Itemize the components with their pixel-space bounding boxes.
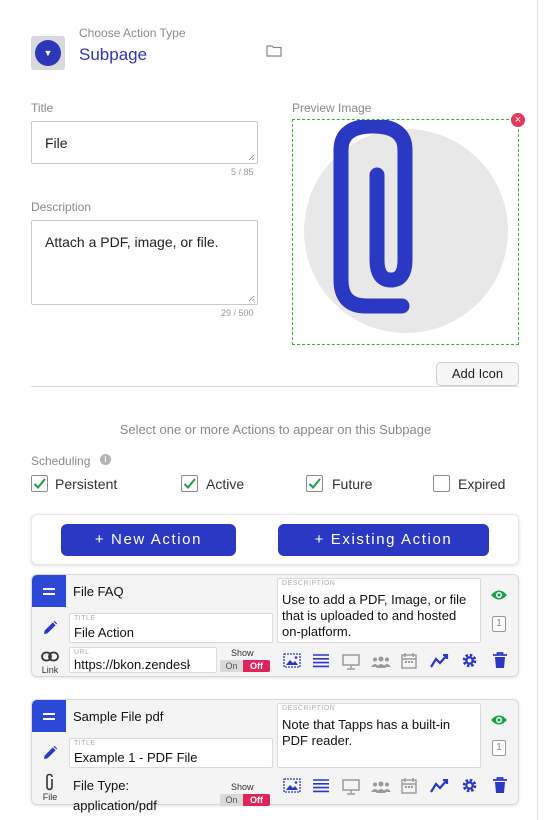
title-char-count: 5 / 85 [231,167,254,177]
checkbox-future[interactable] [306,475,323,492]
checkbox-active[interactable] [181,475,198,492]
file-type: File Type: application/pdf [73,778,157,813]
existing-action-button[interactable]: + Existing Action [278,524,489,556]
checkbox-persistent[interactable] [31,475,48,492]
eye-icon[interactable] [490,713,508,731]
checkbox-future-label: Future [332,476,373,492]
description-input-value: Attach a PDF, image, or file. [45,234,219,250]
title-caption: TITLE [74,740,96,747]
scheduling-label: Scheduling [31,454,91,468]
calendar-icon[interactable] [401,777,417,799]
check-icon [33,478,46,489]
preview-image-label: Preview Image [292,101,372,115]
calendar-icon[interactable] [401,652,417,674]
description-input[interactable]: Attach a PDF, image, or file. [31,220,258,305]
check-icon [308,478,321,489]
monitor-icon[interactable] [342,779,360,800]
description-caption: DESCRIPTION [282,580,336,587]
action-name[interactable]: File FAQ [73,584,124,599]
image-icon[interactable] [283,778,301,798]
image-icon[interactable] [283,653,301,673]
resize-grip-icon[interactable] [248,295,255,302]
show-toggle[interactable]: On Off [220,660,270,672]
url-caption: URL [74,649,90,656]
visibility-count[interactable]: 1 [492,740,506,756]
action-description-value: Note that Tapps has a built-in PDF reade… [282,717,451,748]
action-card: File FAQ TITLE File Action DESCRIPTION U… [31,574,519,677]
title-caption: TITLE [74,615,96,622]
add-icon-button[interactable]: Add Icon [436,362,519,386]
link-caption: Link [41,665,59,675]
action-type-tile[interactable]: ▼ [31,36,65,70]
description-caption: DESCRIPTION [282,705,336,712]
paperclip-icon [304,118,508,333]
action-title-value: File Action [74,625,134,640]
action-title-field[interactable]: TITLE File Action [69,613,273,643]
pencil-icon[interactable] [42,745,58,766]
new-action-button[interactable]: + New Action [61,524,236,556]
analytics-icon[interactable] [430,778,449,798]
trash-icon[interactable] [493,777,507,799]
toggle-on: On [220,660,243,672]
url-value: https://bkon.zendesk.com [74,657,190,672]
description-char-count: 29 / 500 [221,308,254,318]
users-icon[interactable] [371,655,391,673]
visibility-count[interactable]: 1 [492,616,506,632]
action-type-value[interactable]: Subpage [79,45,147,65]
gear-icon[interactable] [461,777,478,799]
pencil-icon[interactable] [42,620,58,641]
toggle-off: Off [243,660,270,672]
action-description-value: Use to add a PDF, Image, or file that is… [282,592,467,639]
preview-image[interactable] [292,118,519,345]
file-caption: File [42,792,58,802]
monitor-icon[interactable] [342,654,360,675]
show-label: Show [231,648,254,658]
trash-icon[interactable] [493,652,507,674]
toggle-on: On [220,794,243,806]
check-icon [183,478,196,489]
right-divider [537,0,538,820]
info-icon[interactable]: i [100,454,111,465]
list-icon[interactable] [313,654,329,673]
description-label: Description [31,200,92,214]
choose-action-type-label: Choose Action Type [79,26,186,40]
action-description-field[interactable]: DESCRIPTION Use to add a PDF, Image, or … [277,578,481,643]
checkbox-persistent-label: Persistent [55,476,118,492]
title-input[interactable]: File [31,121,258,164]
eye-icon[interactable] [490,588,508,606]
drag-handle-icon[interactable] [32,700,66,732]
action-title-field[interactable]: TITLE Example 1 - PDF File [69,738,273,768]
action-card: Sample File pdf TITLE Example 1 - PDF Fi… [31,699,519,813]
toggle-off: Off [243,794,270,806]
action-description-field[interactable]: DESCRIPTION Note that Tapps has a built-… [277,703,481,768]
chevron-down-icon: ▼ [35,40,61,66]
action-name[interactable]: Sample File pdf [73,709,163,724]
select-actions-hint: Select one or more Actions to appear on … [119,422,432,437]
gear-icon[interactable] [461,652,478,674]
checkbox-expired-label: Expired [458,476,506,492]
action-title-value: Example 1 - PDF File [74,750,198,765]
show-label: Show [231,782,254,792]
title-input-value: File [45,135,68,151]
checkbox-expired[interactable] [433,475,450,492]
title-label: Title [31,101,54,115]
resize-grip-icon[interactable] [248,154,255,161]
url-field[interactable]: URL https://bkon.zendesk.com [69,647,217,673]
checkbox-active-label: Active [206,476,245,492]
folder-icon[interactable] [266,44,282,62]
remove-image-icon[interactable]: × [511,113,525,127]
list-icon[interactable] [313,779,329,798]
users-icon[interactable] [371,780,391,798]
analytics-icon[interactable] [430,653,449,673]
drag-handle-icon[interactable] [32,575,66,607]
show-toggle[interactable]: On Off [220,794,270,806]
section-divider [31,386,519,387]
